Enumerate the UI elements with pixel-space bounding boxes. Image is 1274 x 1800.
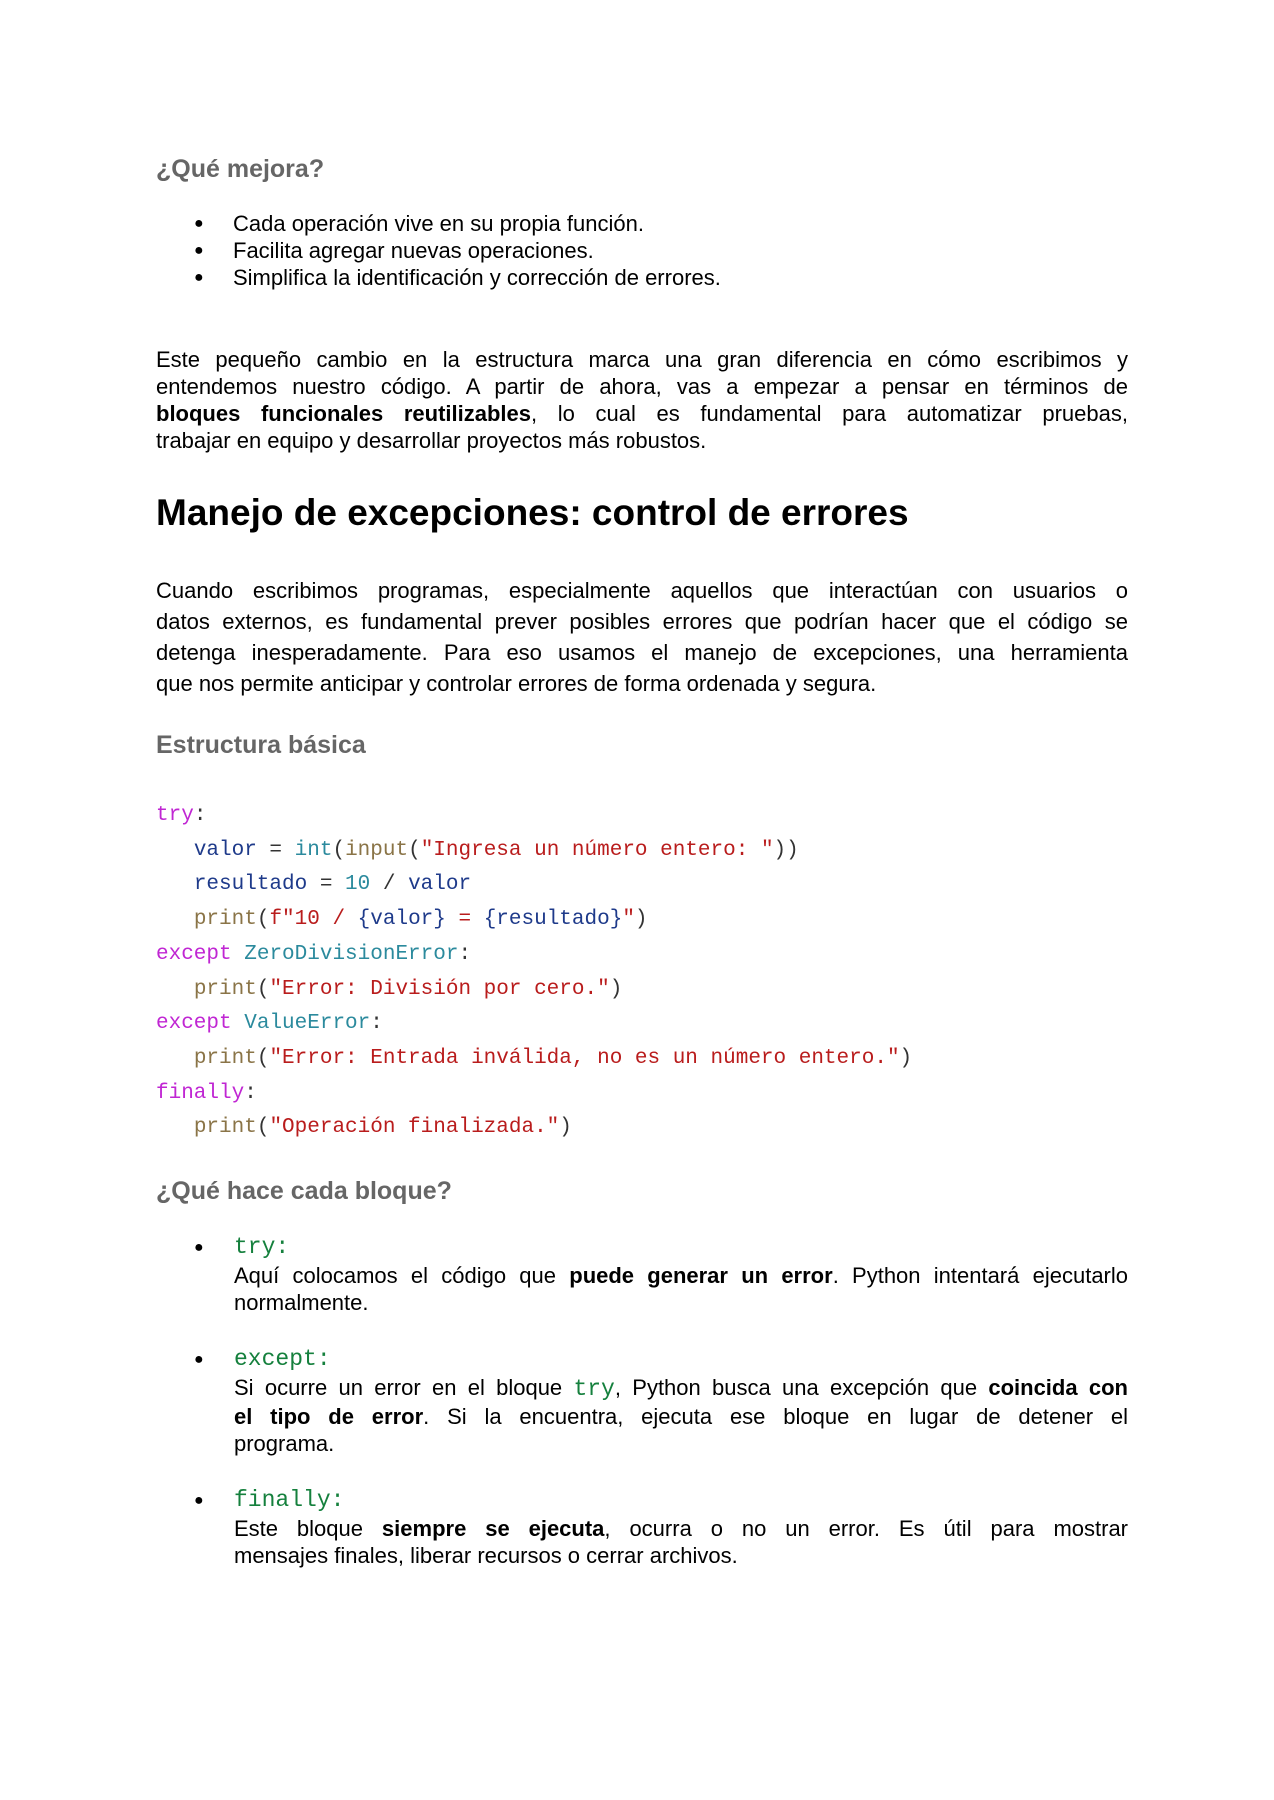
list-item-except: ● except: Si ocurre un error en el bloqu… — [194, 1346, 1128, 1456]
section-heading-que-mejora: ¿Qué mejora? — [156, 155, 325, 183]
section-heading-que-hace-cada-bloque: ¿Qué hace cada bloque? — [156, 1177, 452, 1205]
blocks-explanation-list: ● try: Aquí colocamos el código que pued… — [156, 1232, 1128, 1597]
paragraph-structure-change: Este pequeño cambio en la estructura mar… — [156, 347, 1128, 453]
list-item-finally: ● finally: Este bloque siempre se ejecut… — [194, 1487, 1129, 1568]
code-block: try: valor = int(input("Ingresa un númer… — [156, 804, 913, 1140]
bullet-icon: ● — [194, 1351, 204, 1368]
section-heading-estructura-basica: Estructura básica — [156, 731, 366, 759]
list-item: ● Facilita agregar nuevas operaciones. — [194, 238, 594, 263]
bullet-icon: ● — [194, 242, 204, 259]
bullet-icon: ● — [194, 269, 204, 286]
main-heading: Manejo de excepciones: control de errore… — [156, 492, 909, 533]
document-page: ¿Qué mejora? ● Cada operación vive en su … — [0, 0, 1274, 1800]
improvements-list: ● Cada operación vive en su propia funció… — [156, 210, 721, 291]
paragraph-exceptions-intro: Cuando escribimos programas, especialmen… — [156, 578, 1128, 696]
list-item-try: ● try: Aquí colocamos el código que pued… — [194, 1234, 1128, 1315]
bullet-icon: ● — [194, 1492, 204, 1509]
list-item: ● Simplifica la identificación y correcci… — [194, 265, 721, 290]
list-item: ● Cada operación vive en su propia funció… — [194, 211, 644, 236]
bullet-icon: ● — [194, 1239, 204, 1256]
bullet-icon: ● — [194, 215, 204, 232]
